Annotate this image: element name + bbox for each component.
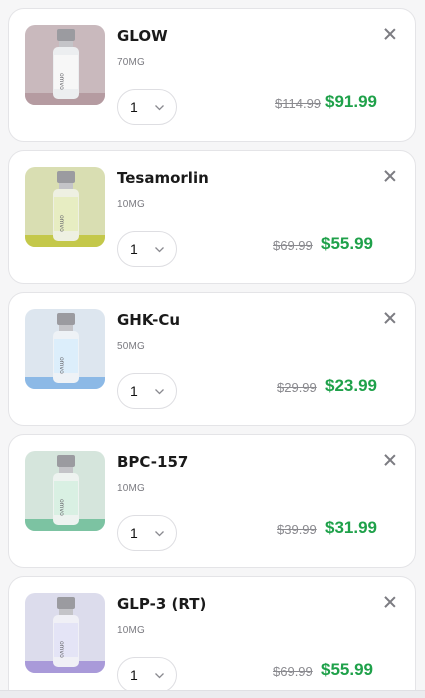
vial-image: omvo: [25, 451, 105, 531]
vial-image: omvo: [25, 25, 105, 105]
sale-price: $55.99: [321, 660, 373, 679]
product-name: Tesamorlin: [117, 169, 209, 187]
chevron-down-icon: [155, 673, 164, 679]
svg-text:omvo: omvo: [58, 357, 65, 374]
chevron-down-icon: [155, 105, 164, 111]
close-icon[interactable]: [383, 453, 397, 467]
product-name: GLP-3 (RT): [117, 595, 207, 613]
svg-text:omvo: omvo: [58, 499, 65, 516]
original-price: $114.99: [275, 96, 322, 111]
svg-text:omvo: omvo: [58, 215, 65, 232]
vial-image: omvo: [25, 309, 105, 389]
quantity-value: 1: [130, 241, 138, 257]
original-price: $29.99: [277, 380, 317, 395]
product-name: GLOW: [117, 27, 168, 45]
product-dose: 10MG: [117, 483, 146, 494]
svg-text:omvo: omvo: [58, 73, 65, 90]
quantity-value: 1: [130, 99, 138, 115]
vial-image: omvo: [25, 593, 105, 673]
quantity-select[interactable]: 1: [117, 373, 177, 409]
sale-price: $55.99: [321, 234, 373, 253]
product-image: omvo: [25, 167, 105, 247]
bottom-divider: [0, 690, 425, 698]
sale-price: $91.99: [325, 92, 377, 111]
quantity-select[interactable]: 1: [117, 657, 177, 693]
vial-image: omvo: [25, 167, 105, 247]
product-name: BPC-157: [117, 453, 189, 471]
chevron-down-icon: [155, 247, 164, 253]
product-image: omvo: [25, 309, 105, 389]
quantity-select[interactable]: 1: [117, 515, 177, 551]
close-icon[interactable]: [383, 27, 397, 41]
quantity-value: 1: [130, 667, 138, 683]
product-name: GHK-Cu: [117, 311, 181, 329]
product-dose: 70MG: [117, 57, 146, 68]
close-icon[interactable]: [383, 595, 397, 609]
cart-item: omvo BPC-157 10MG 1 $39.99 $31.99: [8, 434, 416, 568]
svg-text:omvo: omvo: [58, 641, 65, 658]
original-price: $69.99: [273, 238, 313, 253]
product-dose: 10MG: [117, 625, 146, 636]
cart-item-list: omvo GLOW 70MG 1 $114.99 $91.99 omvo Tes…: [0, 0, 425, 698]
cart-item: omvo GHK-Cu 50MG 1 $29.99 $23.99: [8, 292, 416, 426]
product-image: omvo: [25, 593, 105, 673]
close-icon[interactable]: [383, 311, 397, 325]
cart-item: omvo Tesamorlin 10MG 1 $69.99 $55.99: [8, 150, 416, 284]
product-image: omvo: [25, 451, 105, 531]
close-icon[interactable]: [383, 169, 397, 183]
sale-price: $23.99: [325, 376, 377, 395]
quantity-select[interactable]: 1: [117, 231, 177, 267]
product-dose: 10MG: [117, 199, 146, 210]
original-price: $39.99: [277, 522, 317, 537]
cart-item: omvo GLOW 70MG 1 $114.99 $91.99: [8, 8, 416, 142]
quantity-select[interactable]: 1: [117, 89, 177, 125]
quantity-value: 1: [130, 383, 138, 399]
cart-item: omvo GLP-3 (RT) 10MG 1 $69.99 $55.99: [8, 576, 416, 698]
chevron-down-icon: [155, 531, 164, 537]
original-price: $69.99: [273, 664, 313, 679]
product-dose: 50MG: [117, 341, 146, 352]
quantity-value: 1: [130, 525, 138, 541]
product-image: omvo: [25, 25, 105, 105]
sale-price: $31.99: [325, 518, 377, 537]
chevron-down-icon: [155, 389, 164, 395]
